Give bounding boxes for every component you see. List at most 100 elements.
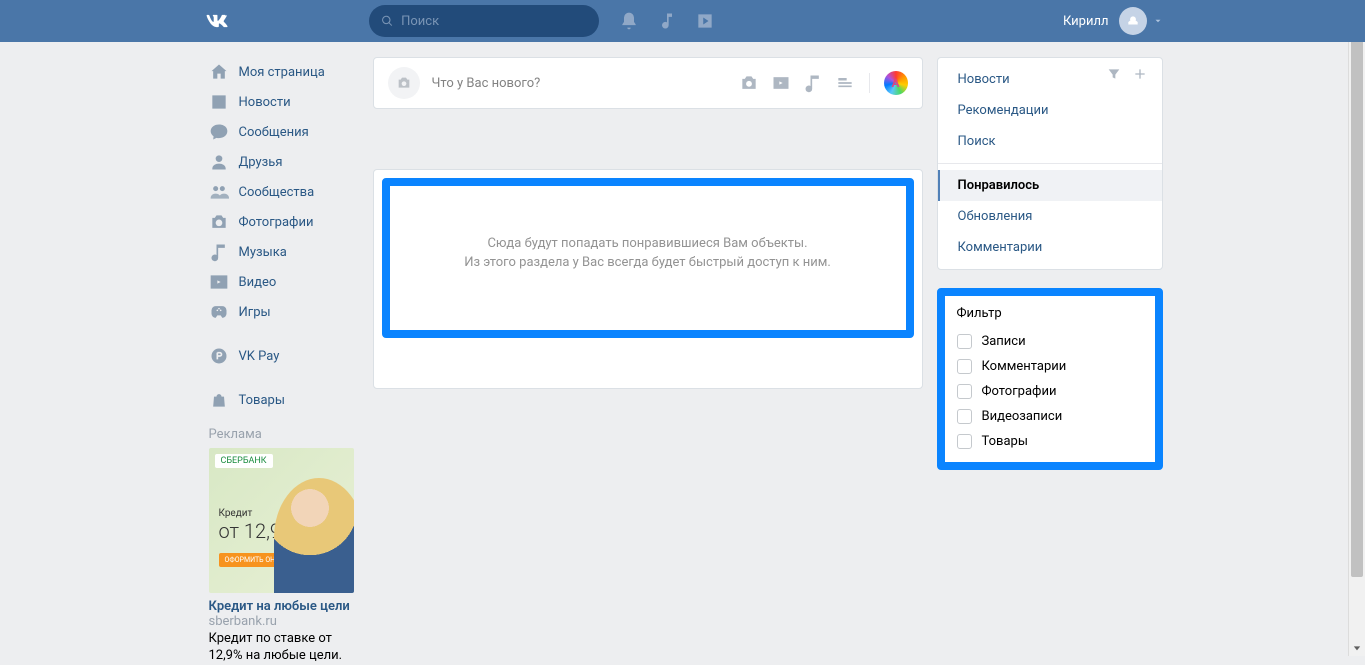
- nav-label: Сообщества: [239, 185, 315, 200]
- bell-icon[interactable]: [619, 11, 639, 31]
- tab-label: Рекомендации: [958, 103, 1049, 118]
- tab-recommendations[interactable]: Рекомендации: [938, 95, 1162, 126]
- filter-photos[interactable]: Фотографии: [945, 379, 1155, 404]
- nav-music[interactable]: Музыка: [203, 237, 359, 267]
- nav-label: Видео: [239, 275, 277, 290]
- checkbox[interactable]: [957, 409, 972, 424]
- nav-label: Игры: [239, 305, 271, 320]
- nav-label: Сообщения: [239, 125, 309, 140]
- checkbox[interactable]: [957, 334, 972, 349]
- left-sidebar: Моя страница Новости Сообщения Друзья Со…: [203, 57, 359, 665]
- nav-video[interactable]: Видео: [203, 267, 359, 297]
- separator: [869, 73, 870, 93]
- tab-updates[interactable]: Обновления: [938, 201, 1162, 232]
- ad-heading[interactable]: Кредит на любые цели: [209, 599, 359, 614]
- home-icon: [209, 62, 229, 82]
- user-avatar: [1119, 7, 1147, 35]
- attach-photo-icon[interactable]: [739, 73, 759, 93]
- nav-games[interactable]: Игры: [203, 297, 359, 327]
- video-icon: [209, 272, 229, 292]
- filter-comments[interactable]: Комментарии: [945, 354, 1155, 379]
- checkbox[interactable]: [957, 359, 972, 374]
- nav-label: Моя страница: [239, 65, 325, 80]
- play-square-icon[interactable]: [695, 11, 715, 31]
- user-menu[interactable]: Кирилл: [1063, 7, 1163, 35]
- composer-placeholder[interactable]: Что у Вас нового?: [432, 76, 739, 91]
- chevron-down-icon: [1153, 16, 1163, 26]
- nav-label: Фотографии: [239, 215, 314, 230]
- checkbox[interactable]: [957, 384, 972, 399]
- search-icon: [381, 14, 394, 28]
- attach-video-icon[interactable]: [771, 73, 791, 93]
- composer-avatar: [388, 67, 420, 99]
- music-note-icon[interactable]: [657, 11, 677, 31]
- content-card: Сюда будут попадать понравившиеся Вам об…: [373, 169, 923, 389]
- nav-photos[interactable]: Фотографии: [203, 207, 359, 237]
- tab-search[interactable]: Поиск: [938, 126, 1162, 157]
- nav-messages[interactable]: Сообщения: [203, 117, 359, 147]
- feed-tabs: Новости Рекомендации Поиск Понравилось О…: [937, 57, 1163, 270]
- scrollbar[interactable]: [1348, 0, 1365, 656]
- tab-label: Поиск: [958, 134, 996, 149]
- message-icon: [209, 122, 229, 142]
- tab-comments[interactable]: Комментарии: [938, 232, 1162, 263]
- nav-label: Товары: [239, 393, 285, 408]
- pay-icon: [209, 346, 229, 366]
- nav-label: VK Pay: [239, 349, 280, 364]
- filter-videos[interactable]: Видеозаписи: [945, 404, 1155, 429]
- filter-label: Комментарии: [982, 359, 1067, 374]
- scroll-thumb[interactable]: [1351, 17, 1363, 577]
- filter-products[interactable]: Товары: [945, 429, 1155, 454]
- ad-banner[interactable]: СБЕРБАНК Кредитот 12,9% ОФОРМИТЬ ОНЛАЙН: [209, 448, 354, 593]
- vk-logo[interactable]: [201, 7, 229, 35]
- ad-domain: sberbank.ru: [209, 614, 359, 629]
- attach-audio-icon[interactable]: [803, 73, 823, 93]
- nav-label: Новости: [239, 95, 291, 110]
- highlighted-empty-state: Сюда будут попадать понравившиеся Вам об…: [382, 178, 914, 338]
- tab-label: Обновления: [958, 209, 1033, 224]
- news-icon: [209, 92, 229, 112]
- nav-friends[interactable]: Друзья: [203, 147, 359, 177]
- ad-logo: СБЕРБАНК: [215, 454, 273, 468]
- nav-communities[interactable]: Сообщества: [203, 177, 359, 207]
- search-input[interactable]: [401, 14, 586, 29]
- user-name: Кирилл: [1063, 14, 1109, 29]
- camera-icon: [396, 75, 412, 91]
- header: Кирилл: [0, 0, 1365, 42]
- tab-label: Понравилось: [958, 178, 1040, 193]
- filter-label: Фотографии: [982, 384, 1057, 399]
- music-icon: [209, 242, 229, 262]
- ad-description: Кредит по ставке от 12,9% на любые цели.: [209, 631, 359, 665]
- scroll-down-button[interactable]: [1349, 639, 1365, 656]
- filter-title: Фильтр: [945, 304, 1155, 329]
- empty-text-2: Из этого раздела у Вас всегда будет быст…: [420, 255, 876, 270]
- story-camera-button[interactable]: A: [884, 71, 908, 95]
- filter-label: Видеозаписи: [982, 409, 1063, 424]
- nav-market[interactable]: Товары: [203, 385, 359, 415]
- search-box[interactable]: [369, 5, 599, 37]
- filter-label: Товары: [982, 434, 1028, 449]
- nav-my-page[interactable]: Моя страница: [203, 57, 359, 87]
- ad-graphic: [274, 478, 354, 593]
- friends-icon: [209, 152, 229, 172]
- checkbox[interactable]: [957, 434, 972, 449]
- groups-icon: [209, 182, 229, 202]
- filter-label: Записи: [982, 334, 1026, 349]
- filter-panel: Фильтр Записи Комментарии Фотографии Вид…: [937, 288, 1163, 470]
- tab-label: Комментарии: [958, 240, 1043, 255]
- composer[interactable]: Что у Вас нового? A: [373, 57, 923, 109]
- tab-label: Новости: [958, 72, 1010, 87]
- nav-vkpay[interactable]: VK Pay: [203, 341, 359, 371]
- nav-label: Музыка: [239, 245, 287, 260]
- bag-icon: [209, 390, 229, 410]
- tab-news[interactable]: Новости: [938, 64, 1162, 95]
- nav-news[interactable]: Новости: [203, 87, 359, 117]
- filter-posts[interactable]: Записи: [945, 329, 1155, 354]
- game-icon: [209, 302, 229, 322]
- attach-article-icon[interactable]: [835, 73, 855, 93]
- tab-liked[interactable]: Понравилось: [938, 170, 1162, 201]
- ad-section-title: Реклама: [209, 427, 359, 442]
- empty-text-1: Сюда будут попадать понравившиеся Вам об…: [420, 236, 876, 251]
- nav-label: Друзья: [239, 155, 283, 170]
- separator: [938, 163, 1162, 164]
